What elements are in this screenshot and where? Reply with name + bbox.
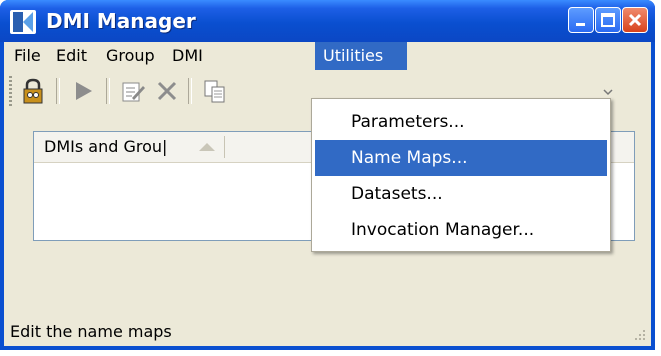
close-button[interactable] <box>622 7 648 33</box>
toolbar-separator <box>56 78 60 104</box>
edit-icon[interactable] <box>118 76 148 106</box>
column-header-dmis[interactable]: DMIs and Grou| <box>44 132 194 162</box>
lock-icon[interactable] <box>18 76 48 106</box>
menu-item-invocation-manager[interactable]: Invocation Manager... <box>315 212 607 248</box>
resize-grip-icon[interactable] <box>633 328 647 342</box>
column-separator[interactable] <box>224 136 225 158</box>
minimize-button[interactable] <box>568 7 594 33</box>
menu-file[interactable]: File <box>6 42 49 70</box>
sort-ascending-icon <box>199 143 215 151</box>
menu-item-datasets[interactable]: Datasets... <box>315 176 607 212</box>
menu-edit[interactable]: Edit <box>48 42 95 70</box>
toolbar-separator <box>188 78 192 104</box>
menu-item-name-maps[interactable]: Name Maps... <box>315 140 607 176</box>
toolbar-grip[interactable] <box>9 76 12 106</box>
menu-utilities[interactable]: Utilities <box>315 42 407 70</box>
toolbar-separator <box>106 78 110 104</box>
status-text: Edit the name maps <box>10 322 172 341</box>
menu-bar: File Edit Group DMI Utilities <box>4 42 651 70</box>
delete-icon[interactable] <box>152 76 182 106</box>
menu-dmi[interactable]: DMI <box>164 42 211 70</box>
title-bar[interactable]: DMI Manager <box>0 0 655 42</box>
menu-group[interactable]: Group <box>98 42 163 70</box>
menu-item-parameters[interactable]: Parameters... <box>315 104 607 140</box>
app-logo-icon <box>10 10 36 34</box>
play-icon[interactable] <box>68 76 98 106</box>
window-title: DMI Manager <box>46 9 196 33</box>
copy-icon[interactable] <box>200 76 230 106</box>
status-bar: Edit the name maps <box>4 316 651 346</box>
utilities-menu: Parameters... Name Maps... Datasets... I… <box>311 98 611 252</box>
maximize-button[interactable] <box>595 7 621 33</box>
